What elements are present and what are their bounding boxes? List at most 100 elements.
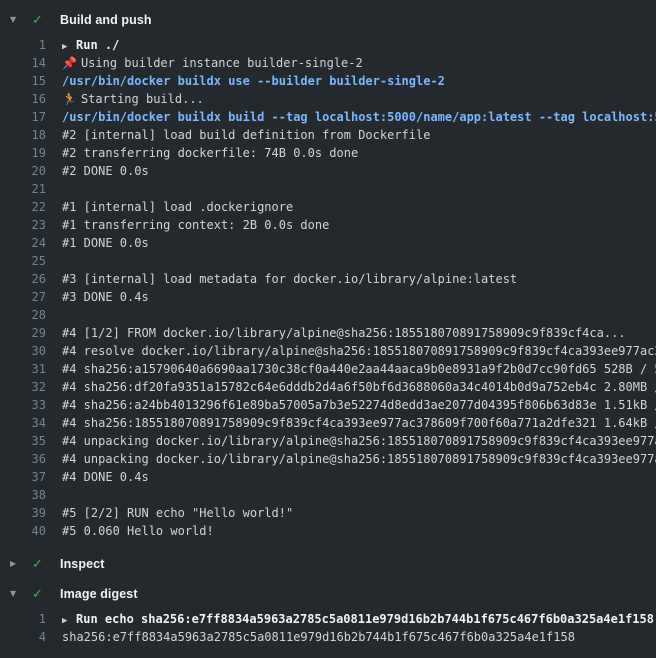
log-line: 16 🏃Starting build... (0, 90, 656, 108)
log-line-text: #4 sha256:a15790640a6690aa1730c38cf0a440… (62, 360, 656, 378)
log-line: 19 #2 transferring dockerfile: 74B 0.0s d… (0, 144, 656, 162)
line-number[interactable]: 14 (0, 54, 46, 72)
section-header-image-digest[interactable]: ▼✓Image digest (0, 582, 656, 606)
line-number[interactable]: 1 (0, 36, 46, 54)
log-line: 38 (0, 486, 656, 504)
log-line: 27 #3 DONE 0.4s (0, 288, 656, 306)
run-command-text: Run ./ (76, 38, 119, 52)
log-line: 28 (0, 306, 656, 324)
log-line: 20 #2 DONE 0.0s (0, 162, 656, 180)
log-section-inspect: ▶✓Inspect (0, 552, 656, 576)
log-line-text: #4 [1/2] FROM docker.io/library/alpine@s… (62, 324, 626, 342)
log-line-text: #4 unpacking docker.io/library/alpine@sh… (62, 432, 656, 450)
log-line: 21 (0, 180, 656, 198)
output-text: sha256:e7ff8834a5963a2785c5a0811e979d16b… (62, 630, 575, 644)
log-line: 32 #4 sha256:df20fa9351a15782c64e6dddb2d4… (0, 378, 656, 396)
line-number[interactable]: 30 (0, 342, 46, 360)
line-number[interactable]: 39 (0, 504, 46, 522)
log-line-text: #4 DONE 0.4s (62, 468, 149, 486)
log-line-text: #5 [2/2] RUN echo "Hello world!" (62, 504, 293, 522)
output-text: #4 resolve docker.io/library/alpine@sha2… (62, 344, 656, 358)
line-number[interactable]: 21 (0, 180, 46, 198)
log-line: 14📌Using builder instance builder-single… (0, 54, 656, 72)
line-number[interactable]: 29 (0, 324, 46, 342)
log-line-text: #4 sha256:df20fa9351a15782c64e6dddb2d4a6… (62, 378, 656, 396)
line-number[interactable]: 4 (0, 628, 46, 646)
line-number[interactable]: 31 (0, 360, 46, 378)
line-number[interactable]: 15 (0, 72, 46, 90)
log-line: 30 #4 resolve docker.io/library/alpine@sh… (0, 342, 656, 360)
line-number[interactable]: 16 (0, 90, 46, 108)
line-number[interactable]: 27 (0, 288, 46, 306)
log-line-text: #5 0.060 Hello world! (62, 522, 214, 540)
line-number[interactable]: 37 (0, 468, 46, 486)
line-number[interactable]: 25 (0, 252, 46, 270)
command-text: /usr/bin/docker buildx use --builder bui… (62, 74, 445, 88)
output-text: #2 DONE 0.0s (62, 164, 149, 178)
log-line: 15/usr/bin/docker buildx use --builder b… (0, 72, 656, 90)
section-title: Inspect (60, 557, 104, 571)
log-line: 35 #4 unpacking docker.io/library/alpine@… (0, 432, 656, 450)
output-text: #4 sha256:df20fa9351a15782c64e6dddb2d4a6… (62, 380, 656, 394)
log-line-text: ▶Run echo sha256:e7ff8834a5963a2785c5a08… (62, 610, 654, 628)
line-number[interactable]: 22 (0, 198, 46, 216)
line-number[interactable]: 34 (0, 414, 46, 432)
log-line-text: #1 DONE 0.0s (62, 234, 149, 252)
log-line: 25 (0, 252, 656, 270)
output-text: #2 transferring dockerfile: 74B 0.0s don… (62, 146, 358, 160)
line-number[interactable]: 40 (0, 522, 46, 540)
output-text: #4 unpacking docker.io/library/alpine@sh… (62, 452, 656, 466)
output-text: #3 DONE 0.4s (62, 290, 149, 304)
info-text: Starting build... (81, 92, 204, 106)
log-line-text: 🏃Starting build... (62, 90, 204, 108)
section-header-inspect[interactable]: ▶✓Inspect (0, 552, 656, 576)
output-text: #1 [internal] load .dockerignore (62, 200, 293, 214)
line-number[interactable]: 35 (0, 432, 46, 450)
log-line-text: #4 resolve docker.io/library/alpine@sha2… (62, 342, 656, 360)
line-number[interactable]: 18 (0, 126, 46, 144)
line-number[interactable]: 23 (0, 216, 46, 234)
line-number[interactable]: 32 (0, 378, 46, 396)
output-text: #3 [internal] load metadata for docker.i… (62, 272, 517, 286)
line-number[interactable]: 1 (0, 610, 46, 628)
output-text: #5 0.060 Hello world! (62, 524, 214, 538)
expand-group-icon[interactable]: ▶ (62, 612, 76, 628)
log-line: 22 #1 [internal] load .dockerignore (0, 198, 656, 216)
log-line: 17/usr/bin/docker buildx build --tag loc… (0, 108, 656, 126)
expand-group-icon[interactable]: ▶ (62, 38, 76, 54)
log-section-image-digest: ▼✓Image digest 1 ▶Run echo sha256:e7ff8834… (0, 582, 656, 646)
log-line: 23 #1 transferring context: 2B 0.0s done (0, 216, 656, 234)
log-line: 18 #2 [internal] load build definition fr… (0, 126, 656, 144)
line-number[interactable]: 38 (0, 486, 46, 504)
section-header-build-and-push[interactable]: ▼✓Build and push (0, 8, 656, 32)
log-line-text: #3 [internal] load metadata for docker.i… (62, 270, 517, 288)
output-text: #2 [internal] load build definition from… (62, 128, 430, 142)
log-line: 24 #1 DONE 0.0s (0, 234, 656, 252)
line-number[interactable]: 36 (0, 450, 46, 468)
log-line: 29 #4 [1/2] FROM docker.io/library/alpine… (0, 324, 656, 342)
chevron-right-icon: ▶ (10, 560, 22, 568)
line-number[interactable]: 28 (0, 306, 46, 324)
output-text: #4 sha256:a15790640a6690aa1730c38cf0a440… (62, 362, 656, 376)
output-text: #1 DONE 0.0s (62, 236, 149, 250)
log-line-text: #2 [internal] load build definition from… (62, 126, 430, 144)
line-number[interactable]: 26 (0, 270, 46, 288)
line-number[interactable]: 24 (0, 234, 46, 252)
output-text: #4 sha256:185518070891758909c9f839cf4ca3… (62, 416, 656, 430)
log-line: 31 #4 sha256:a15790640a6690aa1730c38cf0a4… (0, 360, 656, 378)
log-line-text: #1 transferring context: 2B 0.0s done (62, 216, 329, 234)
output-text: #4 unpacking docker.io/library/alpine@sh… (62, 434, 656, 448)
output-text: #1 transferring context: 2B 0.0s done (62, 218, 329, 232)
log-line-text: sha256:e7ff8834a5963a2785c5a0811e979d16b… (62, 628, 575, 646)
line-number[interactable]: 19 (0, 144, 46, 162)
log-line-text: #2 transferring dockerfile: 74B 0.0s don… (62, 144, 358, 162)
line-number[interactable]: 33 (0, 396, 46, 414)
output-text: #4 sha256:a24bb4013296f61e89ba57005a7b3e… (62, 398, 656, 412)
line-number[interactable]: 20 (0, 162, 46, 180)
line-number[interactable]: 17 (0, 108, 46, 126)
log-line: 39 #5 [2/2] RUN echo "Hello world!" (0, 504, 656, 522)
log-line: 1 ▶Run echo sha256:e7ff8834a5963a2785c5a0… (0, 610, 656, 628)
log-line: 26 #3 [internal] load metadata for docker… (0, 270, 656, 288)
section-title: Build and push (60, 13, 152, 27)
log-line-text: #2 DONE 0.0s (62, 162, 149, 180)
